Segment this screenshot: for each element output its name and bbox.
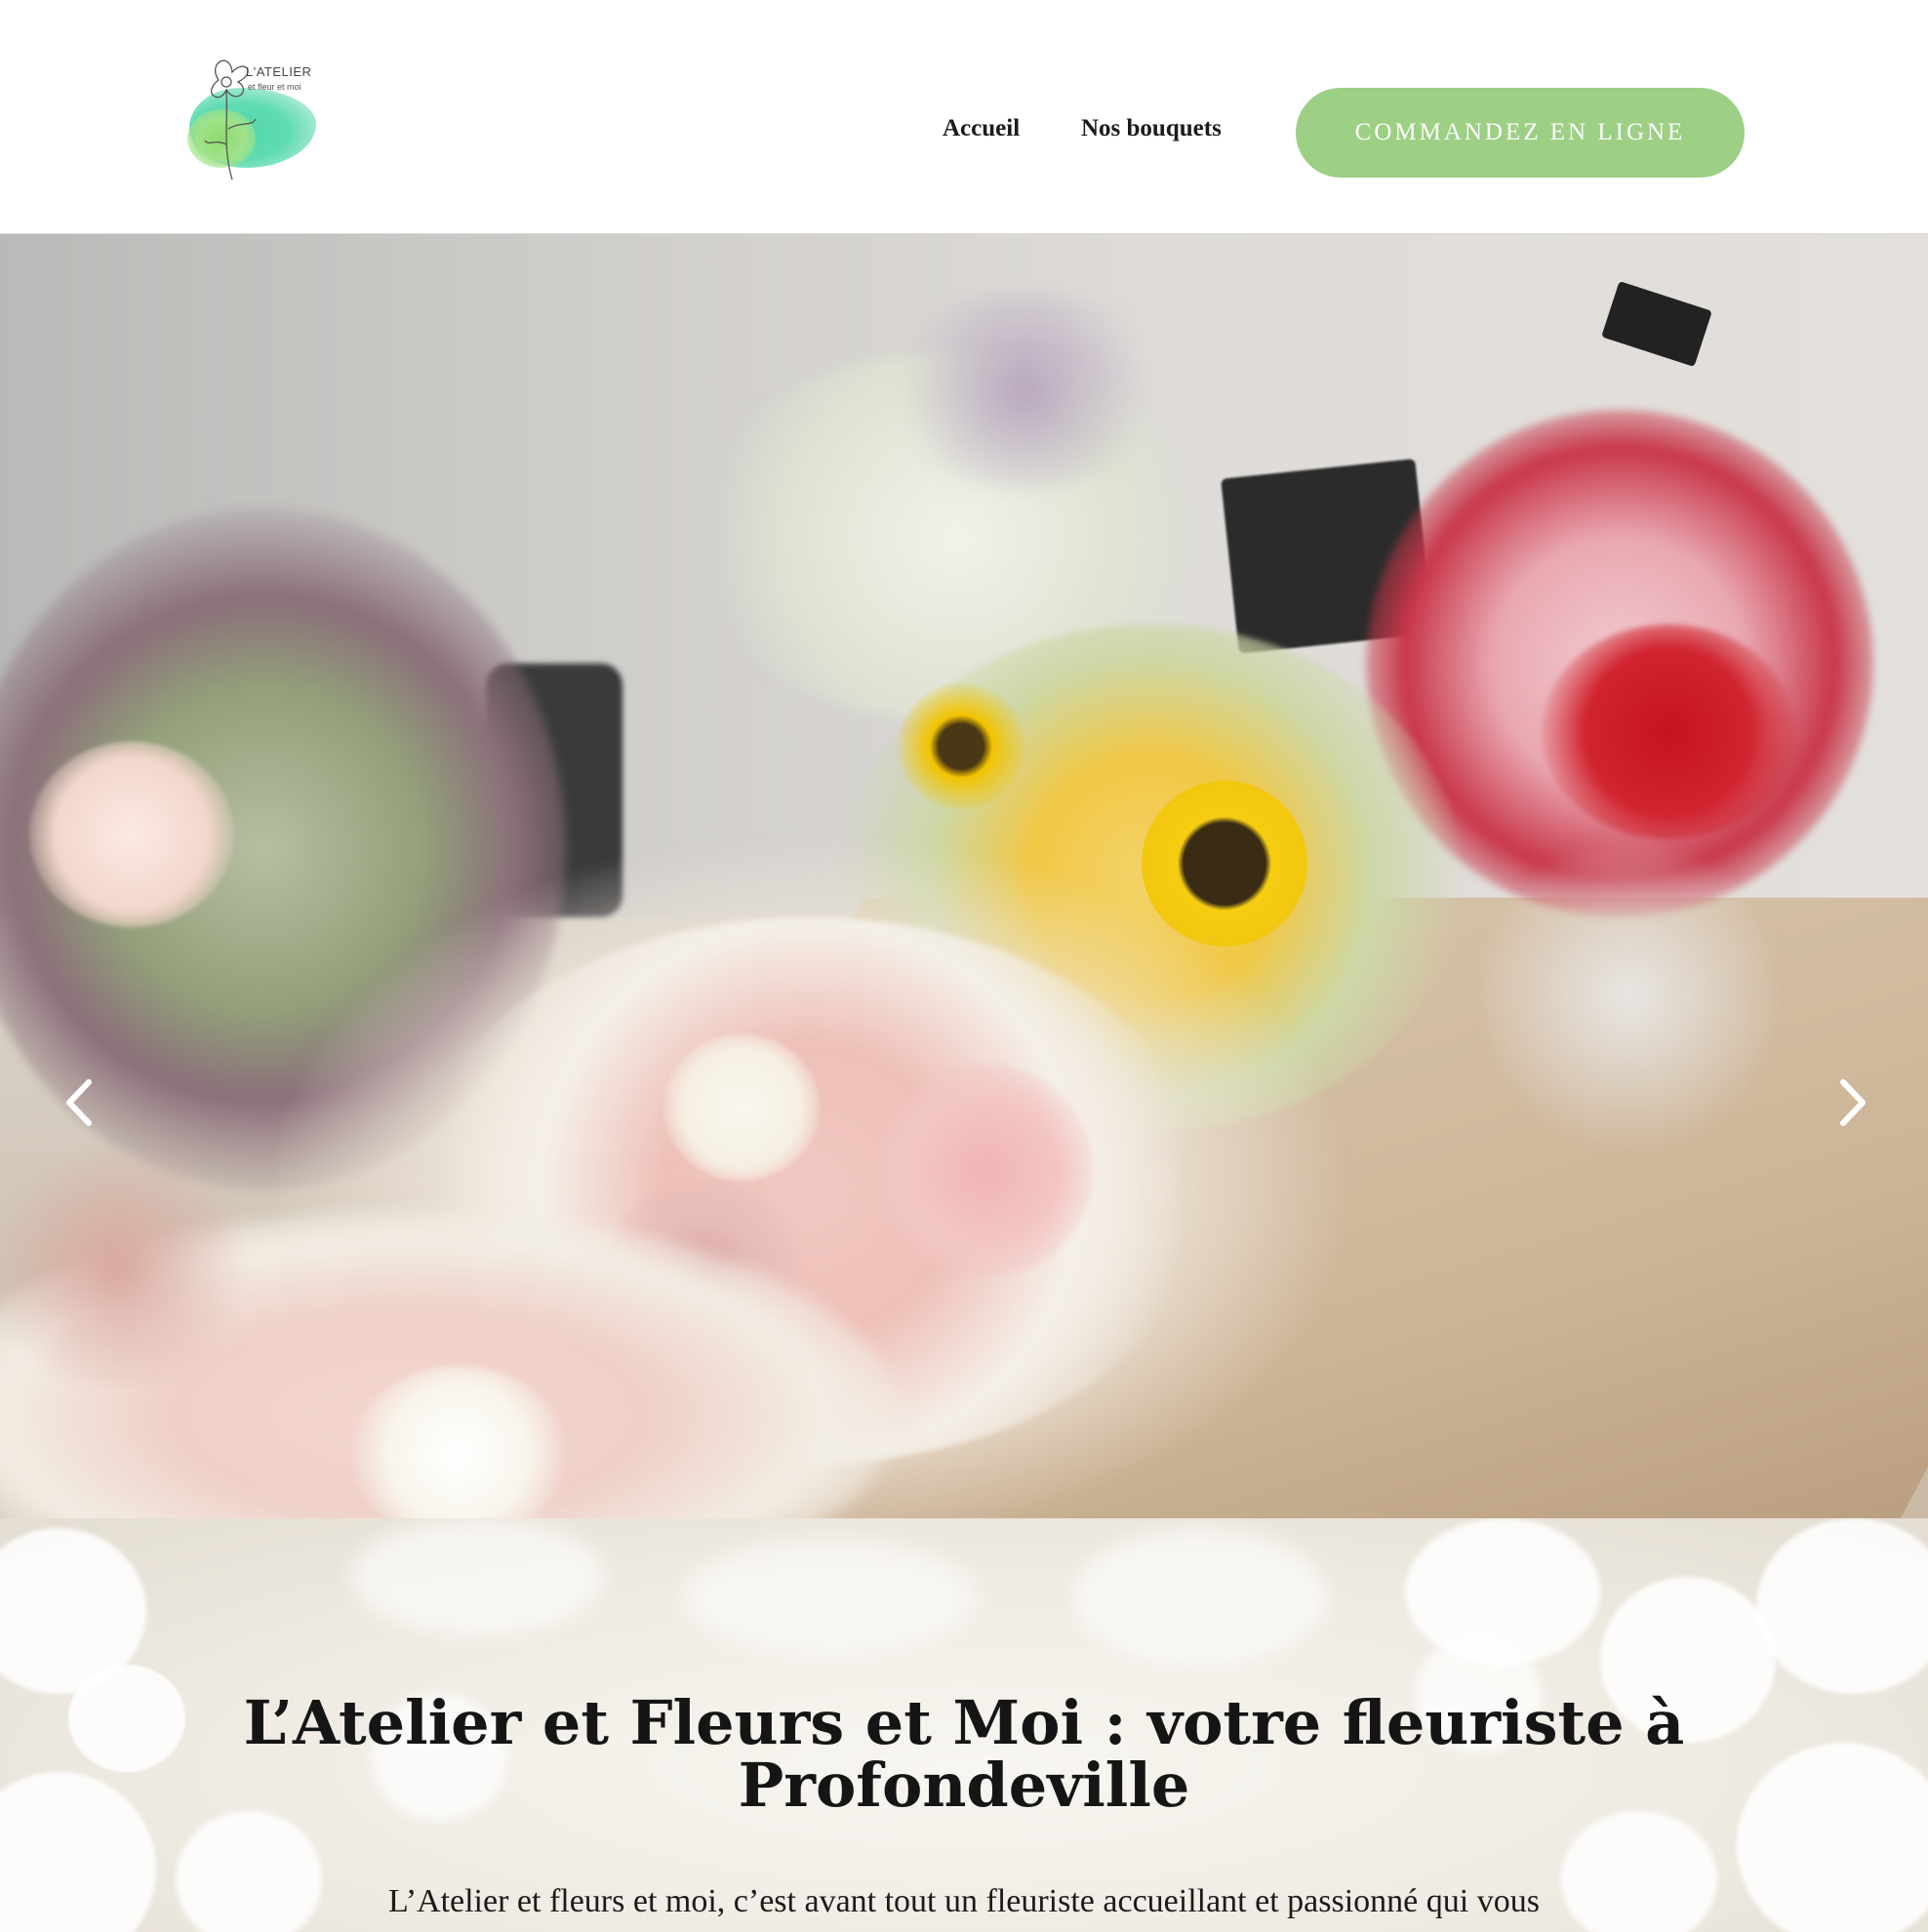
intro-title-line-2: Profondeville — [738, 1750, 1190, 1821]
nav-link-nos-bouquets[interactable]: Nos bouquets — [1081, 115, 1222, 142]
logo-subtitle: et fleur et moi — [248, 82, 301, 92]
intro-section: L’Atelier et Fleurs et Moi : votre fleur… — [0, 1518, 1928, 1932]
intro-title-line-1: L’Atelier et Fleurs et Moi : votre fleur… — [243, 1687, 1685, 1758]
chevron-left-icon — [66, 1079, 92, 1126]
nav-link-accueil[interactable]: Accueil — [943, 115, 1020, 142]
intro-paragraph: L’Atelier et fleurs et moi, c’est avant … — [388, 1883, 1540, 1919]
site-logo[interactable]: L'ATELIER et fleur et moi — [187, 51, 320, 183]
order-online-button[interactable]: COMMANDEZ EN LIGNE — [1296, 88, 1745, 178]
slider-next-arrow[interactable] — [1834, 1073, 1873, 1132]
hero-slider — [0, 234, 1928, 1518]
intro-title: L’Atelier et Fleurs et Moi : votre fleur… — [0, 1692, 1928, 1817]
logo-title: L'ATELIER — [246, 64, 312, 79]
site-header: L'ATELIER et fleur et moi Accueil Nos bo… — [0, 0, 1928, 234]
slider-prev-arrow[interactable] — [59, 1073, 98, 1132]
chevron-right-icon — [1840, 1079, 1866, 1126]
